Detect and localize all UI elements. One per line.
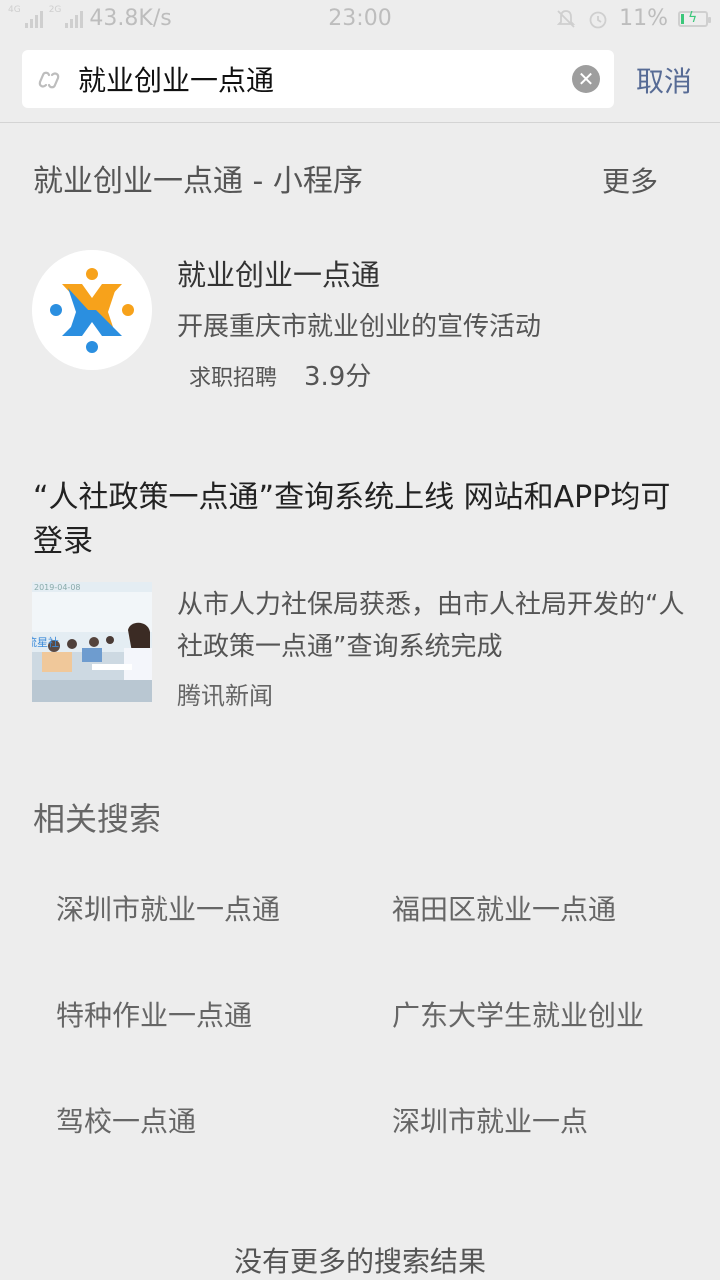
- battery-icon: ϟ: [678, 10, 711, 27]
- news-title[interactable]: “人社政策一点通”查询系统上线 网站和APP均可登录: [33, 476, 683, 564]
- mini-program-section-title: 就业创业一点通 - 小程序: [33, 164, 363, 199]
- app-category: 求职招聘: [189, 366, 278, 391]
- related-search-item[interactable]: 特种作业一点通: [56, 994, 252, 1034]
- header-divider: [0, 122, 720, 123]
- news-summary[interactable]: 从市人力社保局获悉，由市人社局开发的“人社政策一点通”查询系统完成: [177, 584, 697, 668]
- related-search-item[interactable]: 福田区就业一点通: [392, 888, 616, 928]
- clear-icon[interactable]: ✕: [572, 65, 600, 93]
- status-right: 11% ϟ: [555, 6, 711, 31]
- app-logo-icon[interactable]: [32, 250, 152, 370]
- app-rating: 3.9分: [304, 362, 372, 392]
- app-description: 开展重庆市就业创业的宣传活动: [177, 312, 542, 342]
- status-bar: 4G 2G 43.8K/s 23:00 11% ϟ: [0, 0, 720, 40]
- related-search-item[interactable]: 深圳市就业一点: [392, 1100, 588, 1140]
- link-icon: [38, 71, 60, 89]
- no-more-results: 没有更多的搜索结果: [233, 1245, 486, 1278]
- battery-percent: 11%: [619, 6, 668, 31]
- search-input[interactable]: [78, 56, 558, 102]
- search-bar[interactable]: ✕: [22, 50, 614, 108]
- alarm-icon: [589, 11, 607, 28]
- app-name[interactable]: 就业创业一点通: [177, 252, 380, 294]
- thumbnail-date: 2019-04-08: [34, 583, 81, 592]
- more-button[interactable]: 更多: [602, 160, 658, 200]
- related-searches-title: 相关搜索: [33, 800, 162, 838]
- news-thumbnail[interactable]: 2019-04-08 流星社: [32, 582, 152, 702]
- mute-icon: [556, 9, 576, 28]
- news-source: 腾讯新闻: [177, 682, 273, 710]
- related-search-item[interactable]: 广东大学生就业创业: [392, 994, 644, 1034]
- thumbnail-tag: 流星社: [32, 636, 59, 649]
- related-search-item[interactable]: 深圳市就业一点通: [56, 888, 280, 928]
- cancel-button[interactable]: 取消: [636, 60, 692, 100]
- related-search-item[interactable]: 驾校一点通: [56, 1100, 196, 1140]
